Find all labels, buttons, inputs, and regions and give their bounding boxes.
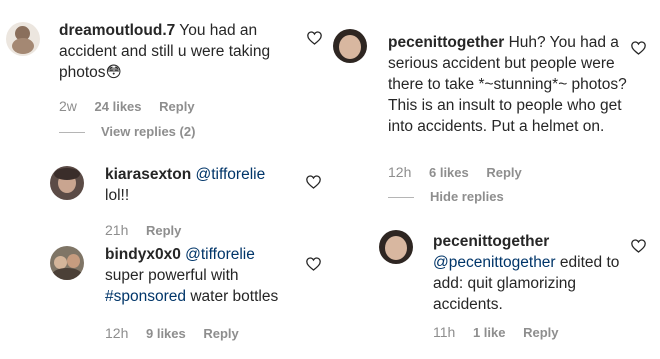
heart-icon[interactable]: [306, 257, 321, 271]
comment-text: bindyx0x0 @tifforelie super powerful wit…: [105, 244, 305, 307]
heart-icon[interactable]: [631, 239, 646, 253]
mention-link[interactable]: @tifforelie: [195, 166, 265, 183]
comment-username[interactable]: dreamoutloud.7: [59, 22, 175, 39]
mention-link[interactable]: @pecenittogether: [433, 254, 556, 271]
likes-count[interactable]: 1 like: [473, 325, 506, 340]
comment-meta: 21h Reply: [105, 222, 195, 238]
comment-username[interactable]: pecenittogether: [388, 34, 504, 51]
mention-link[interactable]: @tifforelie: [185, 246, 255, 263]
comment-text: dreamoutloud.7 You had an accident and s…: [59, 20, 289, 83]
comment-body-2: water bottles: [186, 288, 279, 305]
replies-divider: [59, 132, 85, 134]
timestamp[interactable]: 12h: [105, 325, 128, 341]
timestamp[interactable]: 21h: [105, 222, 128, 238]
timestamp[interactable]: 2w: [59, 98, 77, 114]
view-replies-button[interactable]: View replies (2): [59, 124, 195, 139]
heart-icon[interactable]: [306, 175, 321, 189]
comment-meta: 2w 24 likes Reply: [59, 98, 209, 114]
comment-text: pecenittogether Huh? You had a serious a…: [388, 32, 628, 137]
comment-text: pecenittogether @pecenittogether edited …: [433, 231, 628, 315]
comment-username[interactable]: bindyx0x0: [105, 246, 181, 263]
flushed-face-emoji: 😳: [105, 64, 122, 81]
likes-count[interactable]: 9 likes: [146, 326, 186, 341]
reply-button[interactable]: Reply: [523, 325, 558, 340]
comment-meta: 11h 1 like Reply: [433, 324, 573, 340]
timestamp[interactable]: 12h: [388, 164, 411, 180]
reply-button[interactable]: Reply: [486, 165, 521, 180]
comment-meta: 12h 6 likes Reply: [388, 164, 536, 180]
comment-username[interactable]: pecenittogether: [433, 233, 549, 250]
avatar[interactable]: [333, 29, 367, 63]
reply-button[interactable]: Reply: [203, 326, 238, 341]
replies-divider: [388, 197, 414, 199]
likes-count[interactable]: 24 likes: [95, 99, 142, 114]
comment-body: lol!!: [105, 187, 130, 204]
comment-meta: 12h 9 likes Reply: [105, 325, 253, 341]
reply-button[interactable]: Reply: [159, 99, 194, 114]
comment-username[interactable]: kiarasexton: [105, 166, 191, 183]
comment-body: super powerful with: [105, 267, 239, 284]
heart-icon[interactable]: [631, 41, 646, 55]
hashtag-link[interactable]: #sponsored: [105, 288, 186, 305]
avatar[interactable]: [50, 246, 84, 280]
avatar[interactable]: [379, 230, 413, 264]
likes-count[interactable]: 6 likes: [429, 165, 469, 180]
avatar[interactable]: [50, 166, 84, 200]
heart-icon[interactable]: [307, 31, 322, 45]
hide-replies-button[interactable]: Hide replies: [388, 189, 504, 204]
avatar[interactable]: [6, 22, 40, 56]
timestamp[interactable]: 11h: [433, 324, 455, 340]
reply-button[interactable]: Reply: [146, 223, 181, 238]
comment-text: kiarasexton @tifforelie lol!!: [105, 164, 305, 206]
